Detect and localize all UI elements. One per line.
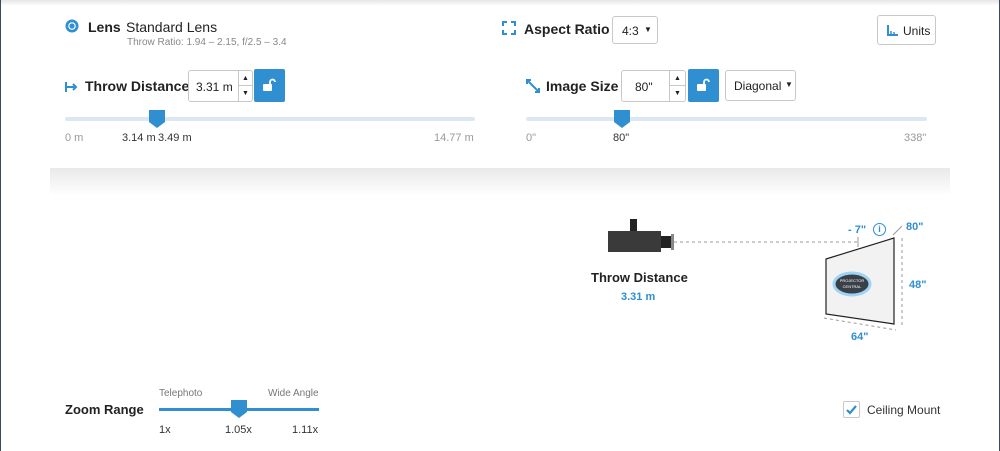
units-label: Units: [903, 24, 931, 38]
image-size-slider-track[interactable]: [526, 117, 927, 121]
logo-line-1: PROJECTOR: [840, 278, 865, 283]
image-size-mode-select[interactable]: Diagonal ▼: [725, 70, 796, 101]
throw-distance-stepper-up[interactable]: ▲: [238, 71, 252, 86]
diagram-width-value: 64": [851, 331, 869, 343]
zoom-telephoto-label: Telephoto: [159, 388, 203, 399]
lens-value[interactable]: Standard Lens: [126, 19, 217, 35]
diagram-diagonal-value: 80": [906, 221, 924, 233]
checkmark-icon: [846, 405, 857, 415]
chevron-down-icon: ▼: [644, 25, 652, 34]
ceiling-mount-label[interactable]: Ceiling Mount: [867, 403, 940, 417]
diagram-offset-value: - 7": [848, 224, 867, 236]
lens-specs: Throw Ratio: 1.94 – 2.15, f/2.5 – 3.4: [127, 37, 287, 48]
image-size-lock-button[interactable]: [688, 69, 719, 102]
image-slider-min: 0": [526, 132, 537, 144]
throw-distance-icon: [65, 80, 78, 92]
aspect-ratio-icon: [502, 21, 516, 35]
chevron-down-icon: ▼: [785, 80, 793, 89]
zoom-wide-angle-label: Wide Angle: [268, 388, 319, 399]
throw-slider-marker-low: 3.14 m: [122, 132, 155, 144]
image-size-mode-value: Diagonal: [734, 79, 782, 93]
aspect-ratio-select[interactable]: 4:3 ▼: [612, 16, 658, 44]
diagram-throw-distance-value: 3.31 m: [621, 291, 656, 303]
zoom-min: 1x: [159, 424, 171, 436]
zoom-max: 1.11x: [292, 424, 319, 436]
diagonal-tick: [892, 225, 903, 236]
top-shadow: [1, 0, 999, 6]
image-size-value: 80": [635, 80, 653, 94]
zoom-current: 1.05x: [225, 424, 252, 436]
aspect-ratio-value: 4:3: [622, 24, 639, 38]
image-size-stepper-up[interactable]: ▲: [669, 71, 685, 86]
throw-slider-max: 14.77 m: [434, 132, 474, 144]
aspect-ratio-label: Aspect Ratio: [524, 21, 610, 37]
zoom-slider-handle[interactable]: [230, 399, 248, 419]
info-icon[interactable]: i: [873, 223, 886, 236]
image-slider-max: 338": [904, 132, 927, 144]
image-size-field[interactable]: 80" ▲ ▼: [621, 70, 686, 102]
throw-distance-value: 3.31 m: [196, 80, 233, 94]
throw-distance-label: Throw Distance: [85, 78, 190, 94]
logo-line-2: CENTRAL: [843, 284, 862, 289]
ruler-icon: [887, 25, 898, 36]
image-size-icon: [526, 79, 540, 93]
diagram-height-value: 48": [909, 279, 927, 291]
throw-distance-field[interactable]: 3.31 m ▲ ▼: [188, 70, 253, 102]
throw-distance-lock-button[interactable]: [254, 69, 285, 102]
image-size-stepper-down[interactable]: ▼: [669, 86, 685, 101]
zoom-range-label: Zoom Range: [65, 402, 144, 417]
diagram-throw-distance-title: Throw Distance: [591, 270, 688, 285]
lens-label: Lens: [88, 19, 121, 35]
units-button[interactable]: Units: [877, 15, 936, 45]
unlock-icon: [697, 78, 710, 91]
throw-slider-min: 0 m: [65, 132, 84, 144]
image-size-label: Image Size: [546, 78, 619, 94]
throw-distance-slider-track[interactable]: [65, 117, 475, 121]
throw-slider-marker-value: 3.49 m: [158, 132, 192, 144]
projector-icon: [608, 219, 674, 252]
image-size-slider-handle[interactable]: [613, 109, 631, 129]
throw-distance-slider-handle[interactable]: [148, 109, 166, 129]
throw-distance-stepper-down[interactable]: ▼: [238, 86, 252, 101]
section-divider: [50, 168, 950, 196]
lens-icon[interactable]: [65, 19, 79, 33]
ceiling-mount-checkbox[interactable]: [843, 401, 860, 418]
image-slider-marker-value: 80": [613, 132, 630, 144]
window-left-border: [0, 0, 1, 451]
unlock-icon: [263, 78, 276, 91]
